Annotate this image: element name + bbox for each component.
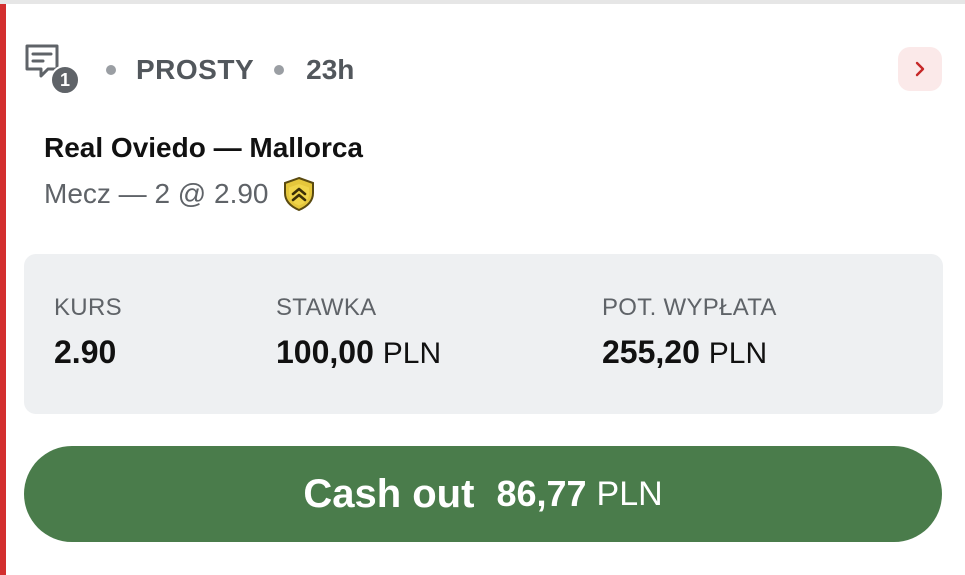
selection-text: Mecz — 2 @ 2.90 [44, 178, 269, 209]
odds-label: KURS [54, 294, 122, 321]
payout-value: 255,20 [602, 334, 700, 370]
payout-label: POT. WYPŁATA [602, 294, 777, 321]
stake-currency: PLN [382, 337, 442, 370]
ticket-icon: 1 [24, 43, 80, 97]
payout-stat: POT. WYPŁATA 255,20 PLN [602, 294, 777, 371]
boost-shield-icon [283, 176, 314, 212]
payout-value-row: 255,20 PLN [602, 334, 777, 371]
match-title: Real Oviedo — Mallorca [44, 132, 363, 163]
bet-stats-panel: KURS 2.90 STAWKA 100,00 PLN POT. WYPŁATA… [24, 254, 943, 414]
separator-dot [106, 65, 116, 75]
stake-label: STAWKA [276, 294, 377, 321]
cash-out-currency: PLN [596, 474, 663, 513]
bet-card: 1 PROSTY 23h Real Oviedo — Mallorca Mecz… [0, 0, 965, 575]
selection-count-badge: 1 [50, 65, 80, 95]
open-details-button[interactable] [898, 47, 942, 91]
cash-out-label: Cash out [303, 471, 475, 516]
payout-currency: PLN [708, 337, 768, 370]
status-accent-bar [0, 4, 6, 575]
separator-dot [274, 65, 285, 75]
odds-stat: KURS 2.90 [54, 294, 122, 371]
selection-row: Mecz — 2 @ 2.90 [44, 176, 317, 212]
cash-out-amount: 86,77 [496, 473, 587, 514]
bet-time-label: 23h [306, 54, 355, 85]
chevron-right-icon [915, 61, 925, 77]
odds-value: 2.90 [54, 334, 117, 370]
stake-value-row: 100,00 PLN [276, 334, 441, 371]
cash-out-button[interactable]: Cash out 86,77 PLN [24, 446, 942, 542]
stake-value: 100,00 [276, 334, 374, 370]
bet-type-label: PROSTY [136, 54, 255, 85]
bet-header: 1 PROSTY 23h [24, 42, 354, 98]
stake-stat: STAWKA 100,00 PLN [276, 294, 441, 371]
